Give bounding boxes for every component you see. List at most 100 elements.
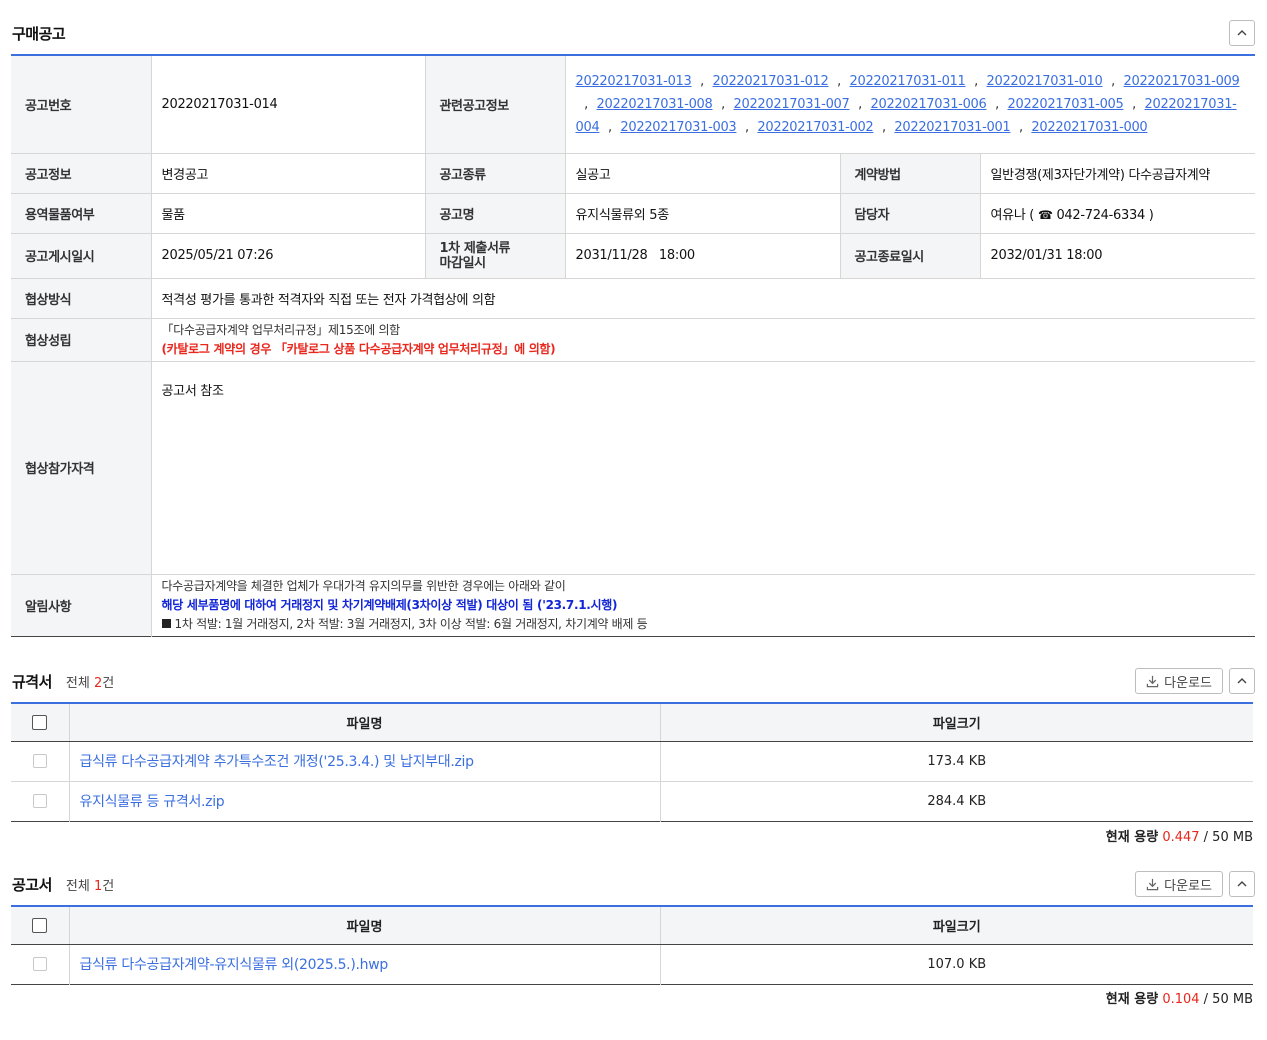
post-date-label: 공고게시일시 bbox=[11, 233, 152, 279]
related-notice-link[interactable]: 20220217031-013 bbox=[576, 74, 692, 89]
spec-capacity: 현재 용량 0.447 / 50 MB bbox=[1106, 826, 1253, 845]
link-separator: , bbox=[882, 119, 886, 135]
table-row: 급식류 다수공급자계약 추가특수조건 개정('25.3.4.) 및 납지부대.z… bbox=[11, 741, 1253, 782]
notice-doc-count-number: 1 bbox=[93, 878, 103, 894]
related-notice-link[interactable]: 20220217031-009 bbox=[1124, 74, 1240, 89]
notice-doc-select-all-checkbox[interactable] bbox=[32, 917, 48, 933]
file-link[interactable]: 유지식물류 등 규격서.zip bbox=[80, 794, 225, 810]
post-date-value: 2025/05/21 07:26 bbox=[151, 233, 426, 279]
notice-doc-select-all-cell bbox=[11, 906, 70, 945]
file-name-cell: 급식류 다수공급자계약 추가특수조건 개정('25.3.4.) 및 납지부대.z… bbox=[69, 741, 661, 782]
end-date-value: 2032/01/31 18:00 bbox=[980, 233, 1256, 279]
notice-no-value: 20220217031-014 bbox=[151, 55, 426, 154]
related-notice-link[interactable]: 20220217031-008 bbox=[597, 97, 713, 112]
file-link[interactable]: 급식류 다수공급자계약-유지식물류 외(2025.5.).hwp bbox=[80, 957, 389, 973]
file-name-cell: 유지식물류 등 규격서.zip bbox=[69, 781, 661, 821]
notice-doc-file-table: 파일명 파일크기 급식류 다수공급자계약-유지식물류 외(2025.5.).hw… bbox=[11, 905, 1253, 985]
row-checkbox-cell bbox=[11, 741, 70, 782]
notice-info-label: 공고정보 bbox=[11, 153, 152, 194]
notice-kind-label: 공고종류 bbox=[425, 153, 566, 194]
chevron-up-icon bbox=[1237, 881, 1247, 887]
purchase-section-title: 구매공고 bbox=[12, 24, 66, 43]
spec-count-prefix: 전체 bbox=[65, 675, 90, 691]
contract-method-value: 일반경쟁(제3자단가계약) 다수공급자계약 bbox=[980, 153, 1256, 194]
row-checkbox[interactable] bbox=[32, 794, 47, 808]
spec-count-suffix: 건 bbox=[102, 675, 115, 691]
notice-doc-file-count: 전체 1건 bbox=[66, 875, 114, 894]
deadline-label-line1: 1차 제출서류 bbox=[439, 240, 511, 256]
related-notice-links: 20220217031-013, 20220217031-012, 20220217… bbox=[565, 55, 1256, 154]
purchase-info-table: 공고번호 20220217031-014 관련공고정보 20220217031-… bbox=[11, 54, 1256, 637]
related-notice-link[interactable]: 20220217031-001 bbox=[894, 120, 1010, 135]
notice-doc-col-filesize: 파일크기 bbox=[660, 906, 1253, 945]
purchase-collapse-button[interactable] bbox=[1229, 20, 1255, 46]
manager-name: 여유나 ( bbox=[990, 207, 1035, 223]
notice-line2: 해당 세부품명에 대하여 거래정지 및 차기계약배제(3차이상 적발) 대상이 … bbox=[161, 597, 618, 612]
negotiation-conclusion-value: 「다수공급자계약 업무처리규정」제15조에 의함 (카탈로그 계약의 경우 「카… bbox=[151, 318, 1256, 362]
link-separator: , bbox=[745, 119, 749, 135]
spec-select-all-checkbox[interactable] bbox=[32, 714, 48, 730]
row-checkbox[interactable] bbox=[32, 754, 47, 768]
notice-label: 알림사항 bbox=[11, 574, 152, 636]
spec-count-number: 2 bbox=[93, 675, 103, 691]
file-size-cell: 284.4 KB bbox=[927, 793, 987, 809]
phone-icon: ☎ bbox=[1037, 207, 1053, 222]
row-checkbox[interactable] bbox=[32, 957, 47, 971]
notice-doc-section-header: 공고서 전체 1건 다운로드 bbox=[12, 871, 1255, 897]
notice-doc-download-button[interactable]: 다운로드 bbox=[1135, 871, 1223, 897]
qualification-value: 공고서 참조 bbox=[151, 361, 1256, 575]
spec-section-title: 규격서 bbox=[12, 672, 52, 691]
notice-info-value: 변경공고 bbox=[151, 153, 426, 194]
related-notice-link[interactable]: 20220217031-003 bbox=[620, 120, 736, 135]
related-notice-link[interactable]: 20220217031-006 bbox=[871, 97, 987, 112]
related-notice-link[interactable]: 20220217031-010 bbox=[987, 74, 1103, 89]
square-bullet-icon bbox=[161, 618, 171, 628]
manager-phone: 042-724-6334 ) bbox=[1056, 207, 1154, 223]
chevron-up-icon bbox=[1237, 30, 1247, 36]
notice-name-value: 유지식물류외 5종 bbox=[565, 193, 841, 234]
link-separator: , bbox=[1111, 73, 1115, 89]
spec-file-table: 파일명 파일크기 급식류 다수공급자계약 추가특수조건 개정('25.3.4.)… bbox=[11, 702, 1253, 822]
notice-doc-capacity-total: / 50 MB bbox=[1203, 992, 1253, 1007]
spec-capacity-label: 현재 용량 bbox=[1105, 830, 1159, 845]
notice-doc-col-filename: 파일명 bbox=[69, 906, 661, 945]
chevron-up-icon bbox=[1237, 678, 1247, 684]
notice-doc-capacity: 현재 용량 0.104 / 50 MB bbox=[1106, 988, 1253, 1007]
row-checkbox-cell bbox=[11, 781, 70, 821]
notice-line3: 1차 적발: 1월 거래정지, 2차 적발: 3월 거래정지, 3차 이상 적발… bbox=[161, 615, 1246, 634]
table-row: 유지식물류 등 규격서.zip 284.4 KB bbox=[11, 781, 1253, 821]
file-size-cell: 173.4 KB bbox=[660, 741, 1253, 782]
related-notice-label: 관련공고정보 bbox=[425, 55, 566, 154]
negotiation-conclusion-label: 협상성립 bbox=[11, 318, 152, 362]
notice-kind-value: 실공고 bbox=[565, 153, 841, 194]
manager-label: 담당자 bbox=[840, 193, 981, 234]
related-notice-link[interactable]: 20220217031-000 bbox=[1031, 120, 1147, 135]
file-size-cell: 107.0 KB bbox=[927, 956, 987, 972]
qualification-text: 공고서 참조 bbox=[161, 383, 224, 399]
link-separator: , bbox=[837, 73, 841, 89]
negotiation-method-label: 협상방식 bbox=[11, 278, 152, 319]
link-separator: , bbox=[1019, 119, 1023, 135]
negotiation-conclusion-line1: 「다수공급자계약 업무처리규정」제15조에 의함 bbox=[161, 322, 401, 337]
notice-doc-collapse-button[interactable] bbox=[1229, 871, 1255, 897]
file-name-cell: 급식류 다수공급자계약-유지식물류 외(2025.5.).hwp bbox=[69, 944, 661, 984]
related-notice-link[interactable]: 20220217031-005 bbox=[1008, 97, 1124, 112]
spec-download-button[interactable]: 다운로드 bbox=[1135, 668, 1223, 694]
related-notice-link[interactable]: 20220217031-012 bbox=[713, 74, 829, 89]
spec-select-all-cell bbox=[11, 703, 70, 742]
spec-capacity-used: 0.447 bbox=[1162, 830, 1200, 845]
spec-capacity-total: / 50 MB bbox=[1203, 830, 1253, 845]
related-notice-link[interactable]: 20220217031-007 bbox=[734, 97, 850, 112]
related-notice-link[interactable]: 20220217031-002 bbox=[757, 120, 873, 135]
negotiation-method-value: 적격성 평가를 통과한 적격자와 직접 또는 전자 가격협상에 의함 bbox=[151, 278, 1256, 319]
link-separator: , bbox=[608, 119, 612, 135]
file-link[interactable]: 급식류 다수공급자계약 추가특수조건 개정('25.3.4.) 및 납지부대.z… bbox=[80, 754, 475, 770]
end-date-label: 공고종료일시 bbox=[840, 233, 981, 279]
spec-collapse-button[interactable] bbox=[1229, 668, 1255, 694]
row-checkbox-cell bbox=[11, 944, 70, 984]
link-separator: , bbox=[1132, 96, 1136, 112]
related-notice-link[interactable]: 20220217031-011 bbox=[850, 74, 966, 89]
spec-file-count: 전체 2건 bbox=[66, 672, 114, 691]
purchase-section-header: 구매공고 bbox=[12, 20, 1255, 46]
negotiation-conclusion-line2: (카탈로그 계약의 경우 「카탈로그 상품 다수공급자계약 업무처리규정」에 의… bbox=[161, 341, 556, 356]
